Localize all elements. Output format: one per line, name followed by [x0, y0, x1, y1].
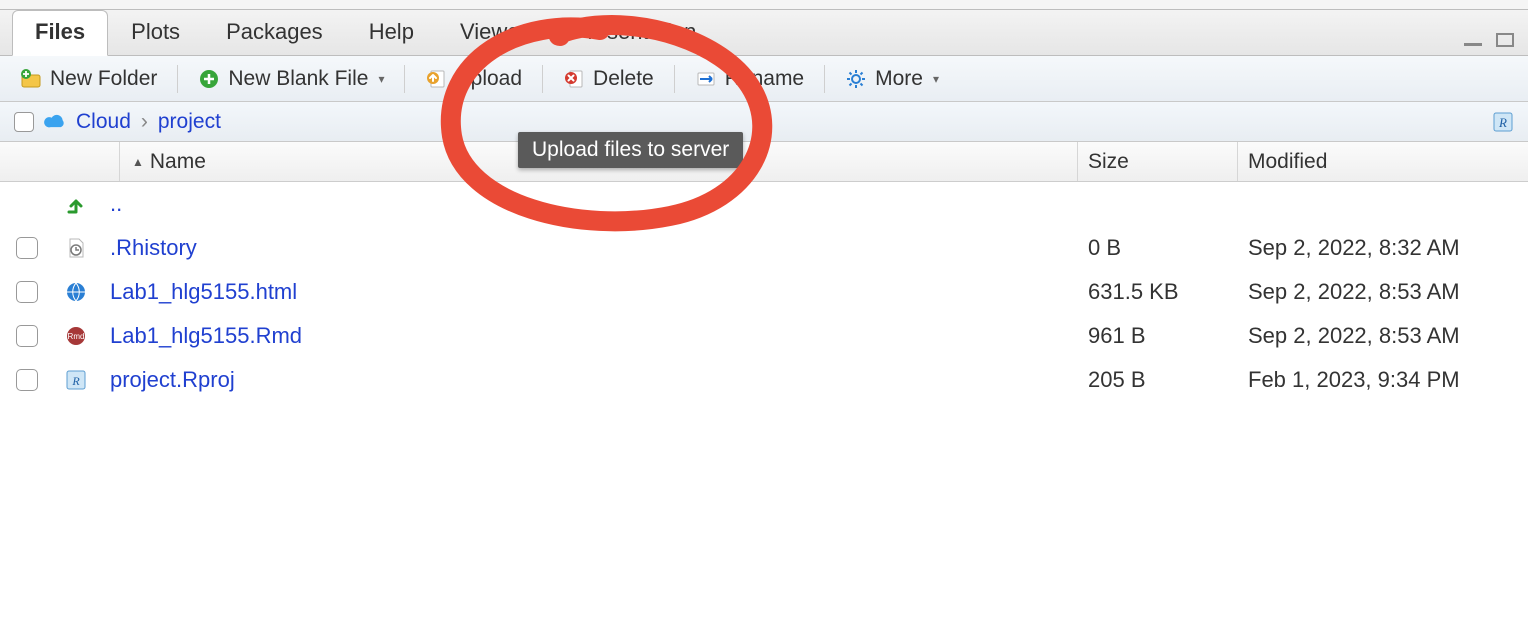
file-modified: Feb 1, 2023, 9:34 PM: [1238, 367, 1528, 393]
rename-label: Rename: [725, 67, 804, 91]
row-checkbox[interactable]: [16, 325, 38, 347]
file-modified: Sep 2, 2022, 8:32 AM: [1238, 235, 1528, 261]
file-row: R project.Rproj 205 B Feb 1, 2023, 9:34 …: [0, 358, 1528, 402]
maximize-pane-icon[interactable]: [1494, 31, 1516, 49]
toolbar-separator: [824, 65, 825, 93]
row-checkbox[interactable]: [16, 369, 38, 391]
toolbar-separator: [542, 65, 543, 93]
file-size: 961 B: [1078, 323, 1238, 349]
row-checkbox[interactable]: [16, 281, 38, 303]
pane-window-controls: [1462, 31, 1516, 49]
rproj-icon[interactable]: R: [1492, 111, 1514, 133]
breadcrumb-bar: Cloud › project R: [0, 102, 1528, 142]
file-list-header: ▲ Name Size Modified: [0, 142, 1528, 182]
tab-presentation[interactable]: Presentation: [550, 10, 720, 55]
dropdown-caret-icon: ▾: [378, 72, 384, 86]
column-header-name-label: Name: [150, 150, 206, 174]
svg-text:Rmd: Rmd: [68, 332, 85, 341]
new-folder-icon: [20, 68, 42, 90]
file-row: Rmd Lab1_hlg5155.Rmd 961 B Sep 2, 2022, …: [0, 314, 1528, 358]
html-file-icon: [65, 281, 87, 303]
file-link[interactable]: project.Rproj: [110, 367, 235, 392]
gear-icon: [845, 68, 867, 90]
new-file-icon: [198, 68, 220, 90]
tab-packages[interactable]: Packages: [203, 10, 346, 55]
delete-label: Delete: [593, 67, 654, 91]
breadcrumb-current[interactable]: project: [158, 110, 221, 134]
pane-tab-bar: Files Plots Packages Help Viewer Present…: [0, 10, 1528, 56]
minimize-pane-icon[interactable]: [1462, 31, 1484, 49]
parent-directory-link[interactable]: ..: [110, 191, 122, 216]
file-link[interactable]: Lab1_hlg5155.Rmd: [110, 323, 302, 348]
rename-button[interactable]: Rename: [689, 65, 810, 93]
more-button[interactable]: More ▾: [839, 65, 945, 93]
file-size: 205 B: [1078, 367, 1238, 393]
file-row: Lab1_hlg5155.html 631.5 KB Sep 2, 2022, …: [0, 270, 1528, 314]
tab-files[interactable]: Files: [12, 10, 108, 56]
more-label: More: [875, 67, 923, 91]
file-list: .. .Rhistory 0 B Sep 2, 2022, 8:32 AM: [0, 182, 1528, 402]
upload-button[interactable]: Upload: [419, 65, 528, 93]
rename-icon: [695, 68, 717, 90]
upload-icon: [425, 68, 447, 90]
upload-tooltip: Upload files to server: [518, 132, 743, 168]
file-row: .Rhistory 0 B Sep 2, 2022, 8:32 AM: [0, 226, 1528, 270]
pane-divider: [0, 0, 1528, 10]
svg-text:R: R: [1498, 115, 1507, 130]
row-checkbox[interactable]: [16, 237, 38, 259]
toolbar-separator: [404, 65, 405, 93]
new-blank-file-button[interactable]: New Blank File ▾: [192, 65, 390, 93]
rproj-file-icon: R: [65, 369, 87, 391]
delete-button[interactable]: Delete: [557, 65, 660, 93]
history-file-icon: [65, 237, 87, 259]
file-size: 0 B: [1078, 235, 1238, 261]
tab-viewer[interactable]: Viewer: [437, 10, 550, 55]
new-folder-button[interactable]: New Folder: [14, 65, 163, 93]
new-blank-file-label: New Blank File: [228, 67, 368, 91]
sort-ascending-icon: ▲: [132, 155, 144, 169]
tab-plots[interactable]: Plots: [108, 10, 203, 55]
new-folder-label: New Folder: [50, 67, 157, 91]
files-toolbar: New Folder New Blank File ▾ Upload: [0, 56, 1528, 102]
parent-directory-row[interactable]: ..: [0, 182, 1528, 226]
file-link[interactable]: .Rhistory: [110, 235, 197, 260]
dropdown-caret-icon: ▾: [933, 72, 939, 86]
tab-help[interactable]: Help: [346, 10, 437, 55]
file-size: 631.5 KB: [1078, 279, 1238, 305]
column-header-modified[interactable]: Modified: [1238, 142, 1528, 181]
rmd-file-icon: Rmd: [65, 325, 87, 347]
up-folder-icon: [65, 193, 87, 215]
toolbar-separator: [177, 65, 178, 93]
file-modified: Sep 2, 2022, 8:53 AM: [1238, 279, 1528, 305]
cloud-icon: [44, 111, 66, 133]
select-all-checkbox[interactable]: [14, 112, 34, 132]
column-header-size[interactable]: Size: [1078, 142, 1238, 181]
delete-icon: [563, 68, 585, 90]
toolbar-separator: [674, 65, 675, 93]
file-modified: Sep 2, 2022, 8:53 AM: [1238, 323, 1528, 349]
breadcrumb-separator-icon: ›: [141, 110, 148, 134]
upload-label: Upload: [455, 67, 522, 91]
svg-text:R: R: [71, 374, 80, 388]
breadcrumb-root[interactable]: Cloud: [76, 110, 131, 134]
file-link[interactable]: Lab1_hlg5155.html: [110, 279, 297, 304]
